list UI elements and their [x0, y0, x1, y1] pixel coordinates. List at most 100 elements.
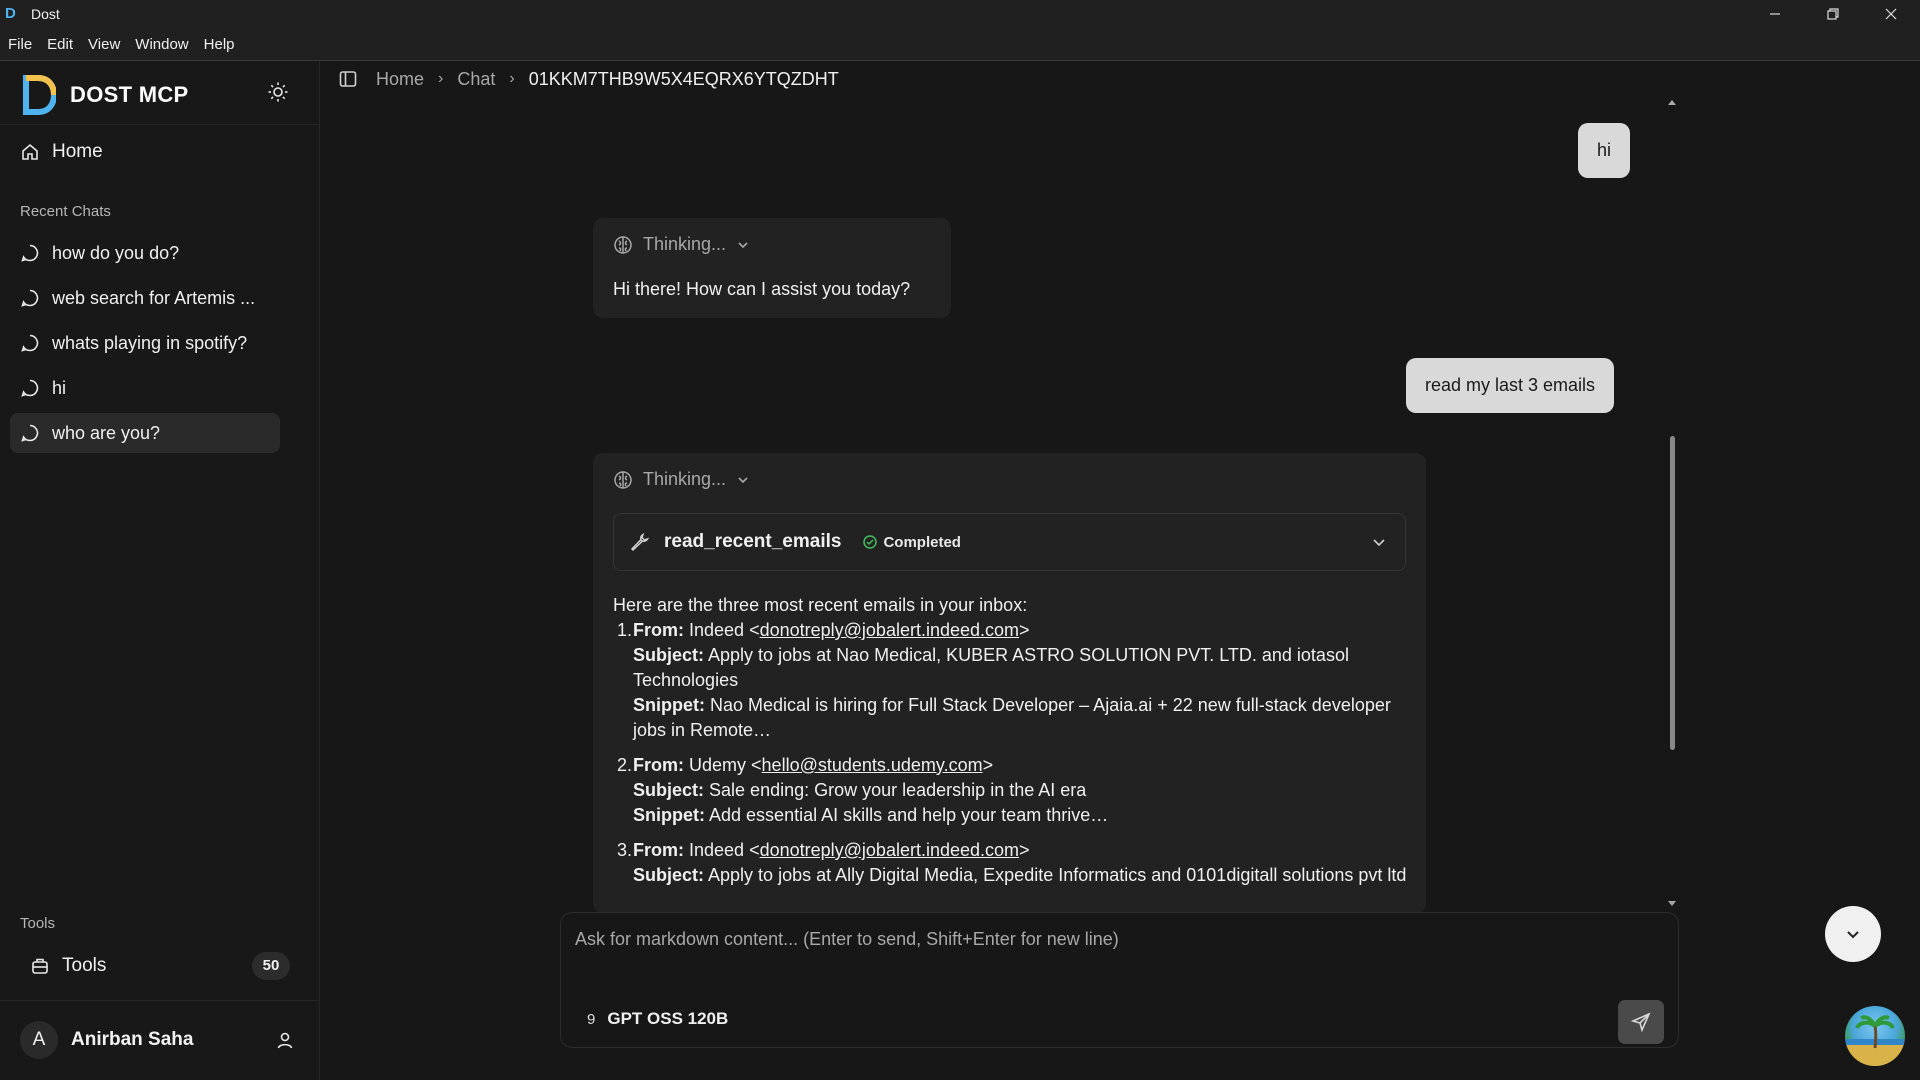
sun-icon[interactable]: [267, 81, 289, 103]
window-title: Dost: [31, 6, 60, 22]
status-label: Completed: [883, 533, 961, 551]
send-icon: [1631, 1012, 1651, 1032]
wrench-icon: [630, 532, 650, 552]
user-profile[interactable]: A Anirban Saha: [20, 1020, 295, 1060]
model-name: GPT OSS 120B: [607, 1009, 729, 1028]
user-message: read my last 3 emails: [1406, 358, 1615, 413]
snippet-label: Snippet:: [633, 805, 705, 825]
from-name: Udemy <: [689, 755, 762, 775]
assistant-message-text: Hi there! How can I assist you today?: [613, 279, 911, 299]
recent-chat-label: who are you?: [52, 422, 161, 443]
email-link[interactable]: hello@students.udemy.com: [762, 755, 983, 775]
close-button[interactable]: [1862, 0, 1920, 28]
from-end: >: [982, 755, 994, 775]
restore-button[interactable]: [1804, 0, 1862, 28]
chat-bubble-icon: [21, 244, 39, 262]
scroll-up-arrow-icon[interactable]: [1667, 97, 1677, 107]
recent-chats-heading: Recent Chats: [20, 203, 111, 220]
sidebar: DOST MCP Home Recent Chats how do you do…: [0, 62, 320, 1080]
list-number: 2.: [617, 755, 633, 775]
scrollbar-thumb[interactable]: [1670, 436, 1675, 750]
menu-help[interactable]: Help: [204, 36, 235, 53]
sidebar-item-home[interactable]: Home: [10, 132, 280, 172]
from-name: Indeed <: [689, 620, 760, 640]
tool-name: read_recent_emails: [664, 531, 842, 552]
breadcrumb-chat[interactable]: Chat: [457, 69, 495, 90]
subject-text: Apply to jobs at Ally Digital Media, Exp…: [708, 865, 1407, 885]
user-name: Anirban Saha: [71, 1029, 194, 1050]
model-icon: 9: [587, 1010, 596, 1028]
snippet-text: Add essential AI skills and help your te…: [709, 805, 1109, 825]
thinking-toggle[interactable]: Thinking...: [613, 234, 750, 255]
menu-window[interactable]: Window: [135, 36, 188, 53]
snippet-text: Nao Medical is hiring for Full Stack Dev…: [633, 695, 1391, 740]
list-number: 1.: [617, 620, 633, 640]
recent-chat-item[interactable]: how do you do?: [10, 233, 280, 273]
email-link[interactable]: donotreply@jobalert.indeed.com: [760, 840, 1019, 860]
tools-count-badge: 50: [252, 952, 290, 980]
scroll-down-arrow-icon[interactable]: [1667, 899, 1677, 909]
assistant-message: Thinking... read_recent_emails Completed…: [593, 453, 1426, 913]
brand-name: DOST MCP: [70, 82, 189, 107]
menu-file[interactable]: File: [8, 36, 32, 53]
recent-chat-item[interactable]: hi: [10, 368, 280, 408]
assistant-message: Thinking... Hi there! How can I assist y…: [593, 218, 951, 318]
thinking-label: Thinking...: [643, 234, 727, 254]
minimize-button[interactable]: [1746, 0, 1804, 28]
chevron-right-icon: ›: [438, 70, 444, 87]
tool-call-panel[interactable]: read_recent_emails Completed: [613, 513, 1406, 571]
breadcrumb-home[interactable]: Home: [376, 69, 424, 90]
from-name: Indeed <: [689, 840, 760, 860]
subject-label: Subject:: [633, 645, 705, 665]
avatar: A: [20, 1021, 58, 1059]
sidebar-toggle-icon[interactable]: [338, 69, 358, 89]
thinking-label: Thinking...: [643, 469, 727, 489]
menu-edit[interactable]: Edit: [47, 36, 73, 53]
check-circle-icon: [863, 535, 878, 549]
chevron-down-icon: [738, 241, 748, 248]
list-item: 1. From: Indeed <donotreply@jobalert.ind…: [613, 618, 1413, 743]
dost-logo-icon: [23, 75, 56, 115]
minimize-icon: [1770, 13, 1780, 15]
sidebar-item-tools[interactable]: Tools 50: [20, 946, 290, 986]
subject-label: Subject:: [633, 780, 705, 800]
breadcrumb-current: 01KKM7THB9W5X4EQRX6YTQZDHT: [528, 68, 839, 89]
recent-chat-item-active[interactable]: who are you?: [10, 413, 280, 453]
brain-icon: [614, 235, 632, 254]
brand[interactable]: DOST MCP: [22, 72, 189, 118]
chevron-right-icon: ›: [509, 70, 515, 87]
breadcrumb: Home › Chat › 01KKM7THB9W5X4EQRX6YTQZDHT: [338, 66, 839, 92]
brain-icon: [614, 470, 632, 489]
chevron-down-icon[interactable]: [1371, 534, 1387, 550]
tools-icon: [32, 958, 48, 974]
subject-text: Apply to jobs at Nao Medical, KUBER ASTR…: [633, 645, 1349, 690]
tools-heading: Tools: [20, 915, 56, 932]
menu-bar: File Edit View Window Help: [0, 28, 1920, 61]
snippet-label: Snippet:: [633, 695, 705, 715]
list-number: 3.: [617, 840, 633, 860]
email-list: Here are the three most recent emails in…: [613, 593, 1413, 898]
message-input[interactable]: [575, 929, 1655, 979]
from-end: >: [1019, 840, 1030, 860]
recent-chat-item[interactable]: whats playing in spotify?: [10, 323, 280, 363]
close-icon: [1885, 8, 1897, 20]
list-item: 3. From: Indeed <donotreply@jobalert.ind…: [613, 838, 1413, 888]
from-label: From:: [633, 620, 684, 640]
from-label: From:: [633, 755, 684, 775]
palm-tree-icon: [1845, 1015, 1905, 1066]
user-message: hi: [1578, 123, 1631, 178]
menu-view[interactable]: View: [88, 36, 120, 53]
recent-chat-label: whats playing in spotify?: [52, 332, 248, 353]
model-selector[interactable]: 9 GPT OSS 120B: [587, 1009, 728, 1029]
scroll-to-bottom-button[interactable]: [1825, 906, 1881, 962]
thinking-toggle[interactable]: Thinking...: [613, 469, 750, 490]
send-button[interactable]: [1618, 1000, 1664, 1044]
assistant-intro-text: Here are the three most recent emails in…: [613, 595, 1028, 615]
chat-bubble-icon: [21, 334, 39, 352]
floating-avatar[interactable]: [1845, 1006, 1905, 1066]
recent-chat-item[interactable]: web search for Artemis ...: [10, 278, 280, 318]
tools-label: Tools: [62, 955, 107, 976]
user-icon[interactable]: [275, 1030, 295, 1050]
email-link[interactable]: donotreply@jobalert.indeed.com: [760, 620, 1019, 640]
recent-chat-label: hi: [52, 377, 67, 398]
